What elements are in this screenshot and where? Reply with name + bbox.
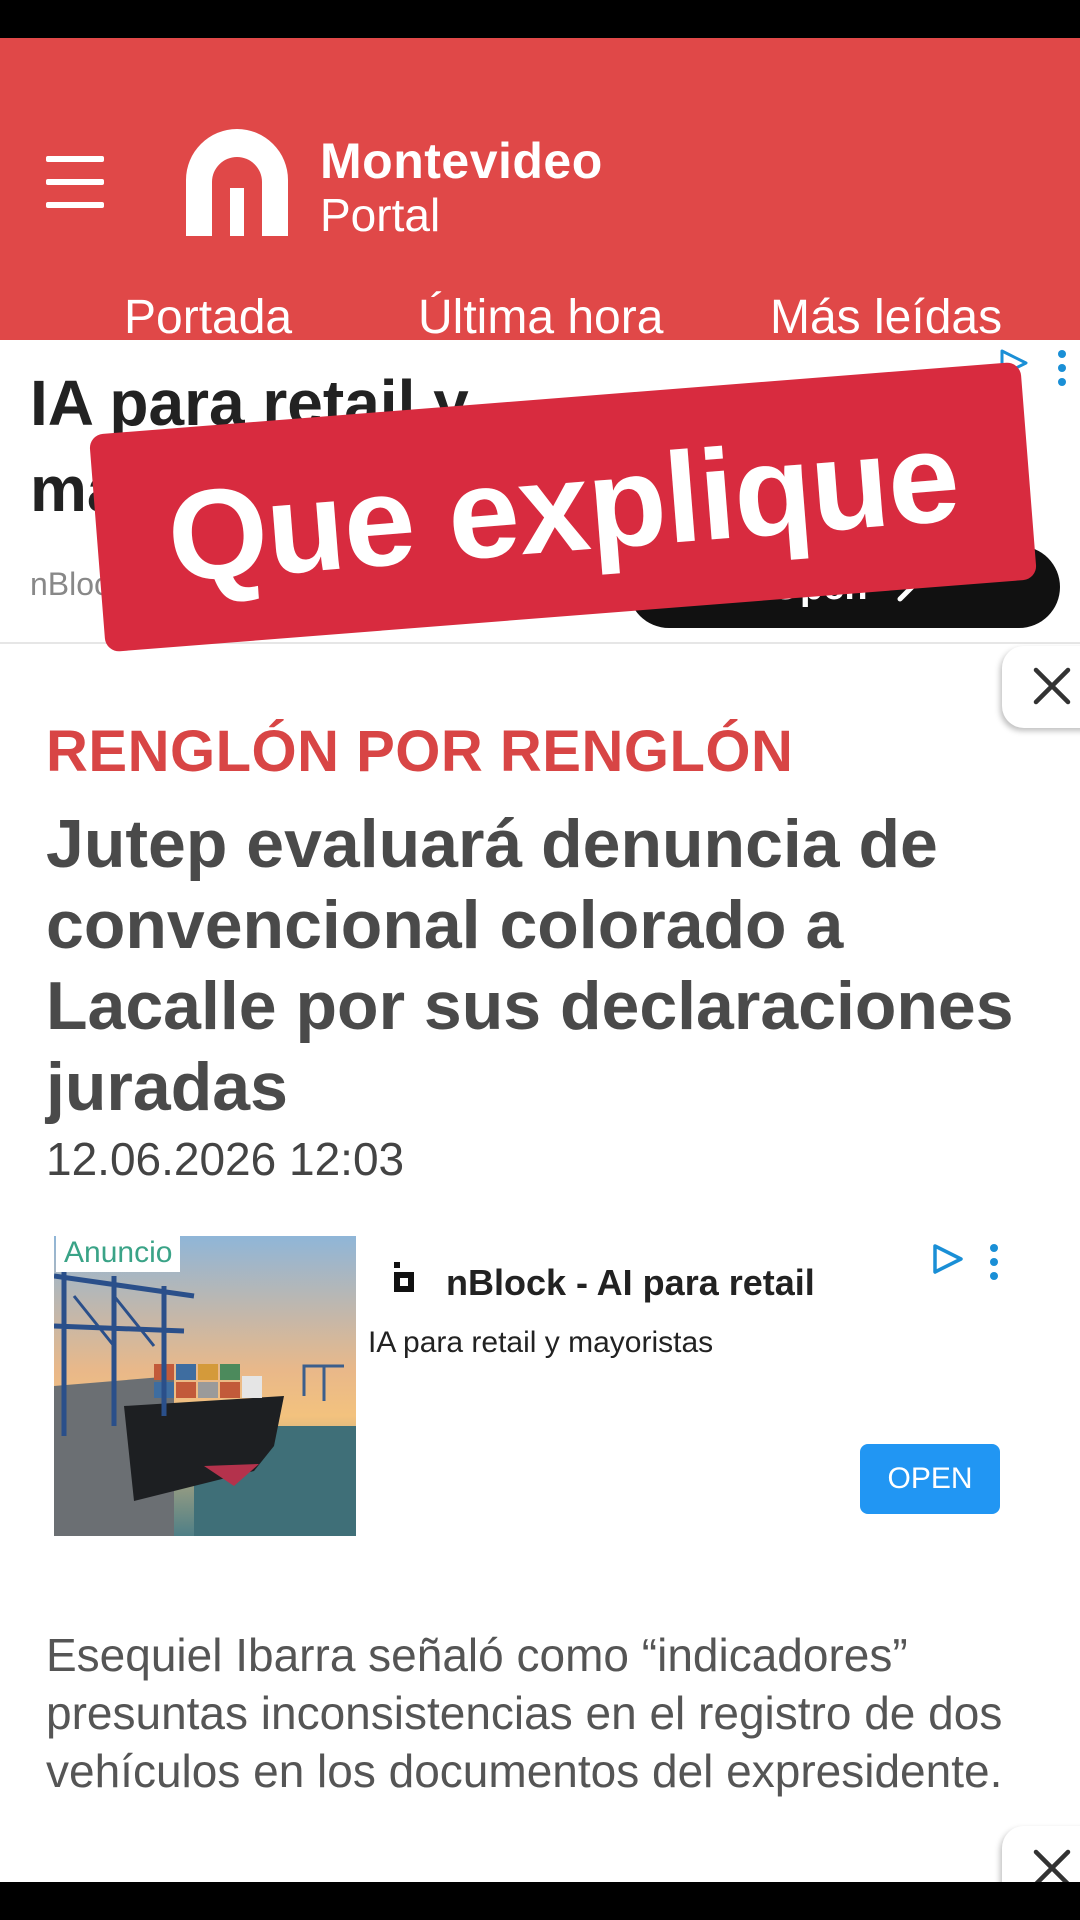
- site-logo[interactable]: Montevideo Portal: [320, 136, 603, 238]
- article-kicker: RENGLÓN POR RENGLÓN: [46, 719, 794, 784]
- close-icon: [1033, 667, 1071, 705]
- more-options-icon[interactable]: [990, 1244, 998, 1286]
- nav-portada[interactable]: Portada: [124, 290, 292, 345]
- article-date: 12.06.2026 12:03: [46, 1133, 405, 1185]
- nav-mas-leidas[interactable]: Más leídas: [770, 290, 1002, 345]
- ad-label: Anuncio: [56, 1234, 181, 1272]
- ad-advertiser[interactable]: nBlock - AI para retail: [446, 1262, 815, 1304]
- adchoices-icon[interactable]: [930, 1242, 966, 1276]
- logo-mark-icon[interactable]: [178, 122, 296, 236]
- ad-tagline: IA para retail y mayoristas: [368, 1326, 714, 1359]
- close-ad-button[interactable]: [1002, 646, 1080, 728]
- nav-ultima-hora[interactable]: Última hora: [418, 290, 663, 345]
- site-header: Montevideo Portal Portada Última hora Má…: [0, 38, 1080, 344]
- menu-icon[interactable]: [46, 156, 104, 208]
- navigation-bar: [0, 1882, 1080, 1920]
- article-headline: Jutep evaluará denuncia de convencional …: [46, 806, 1014, 1125]
- status-bar: [0, 0, 1080, 38]
- ad-image[interactable]: [54, 1236, 356, 1536]
- article-lead: Esequiel Ibarra señaló como “indicadores…: [46, 1629, 1003, 1797]
- nblock-logo-icon: [394, 1262, 414, 1292]
- overlay-caption-text: Que explique: [162, 404, 964, 610]
- logo-line-2: Portal: [320, 189, 441, 241]
- ad-open-button[interactable]: OPEN: [860, 1444, 1000, 1514]
- more-options-icon[interactable]: [1058, 350, 1066, 392]
- logo-line-1: Montevideo: [320, 133, 603, 189]
